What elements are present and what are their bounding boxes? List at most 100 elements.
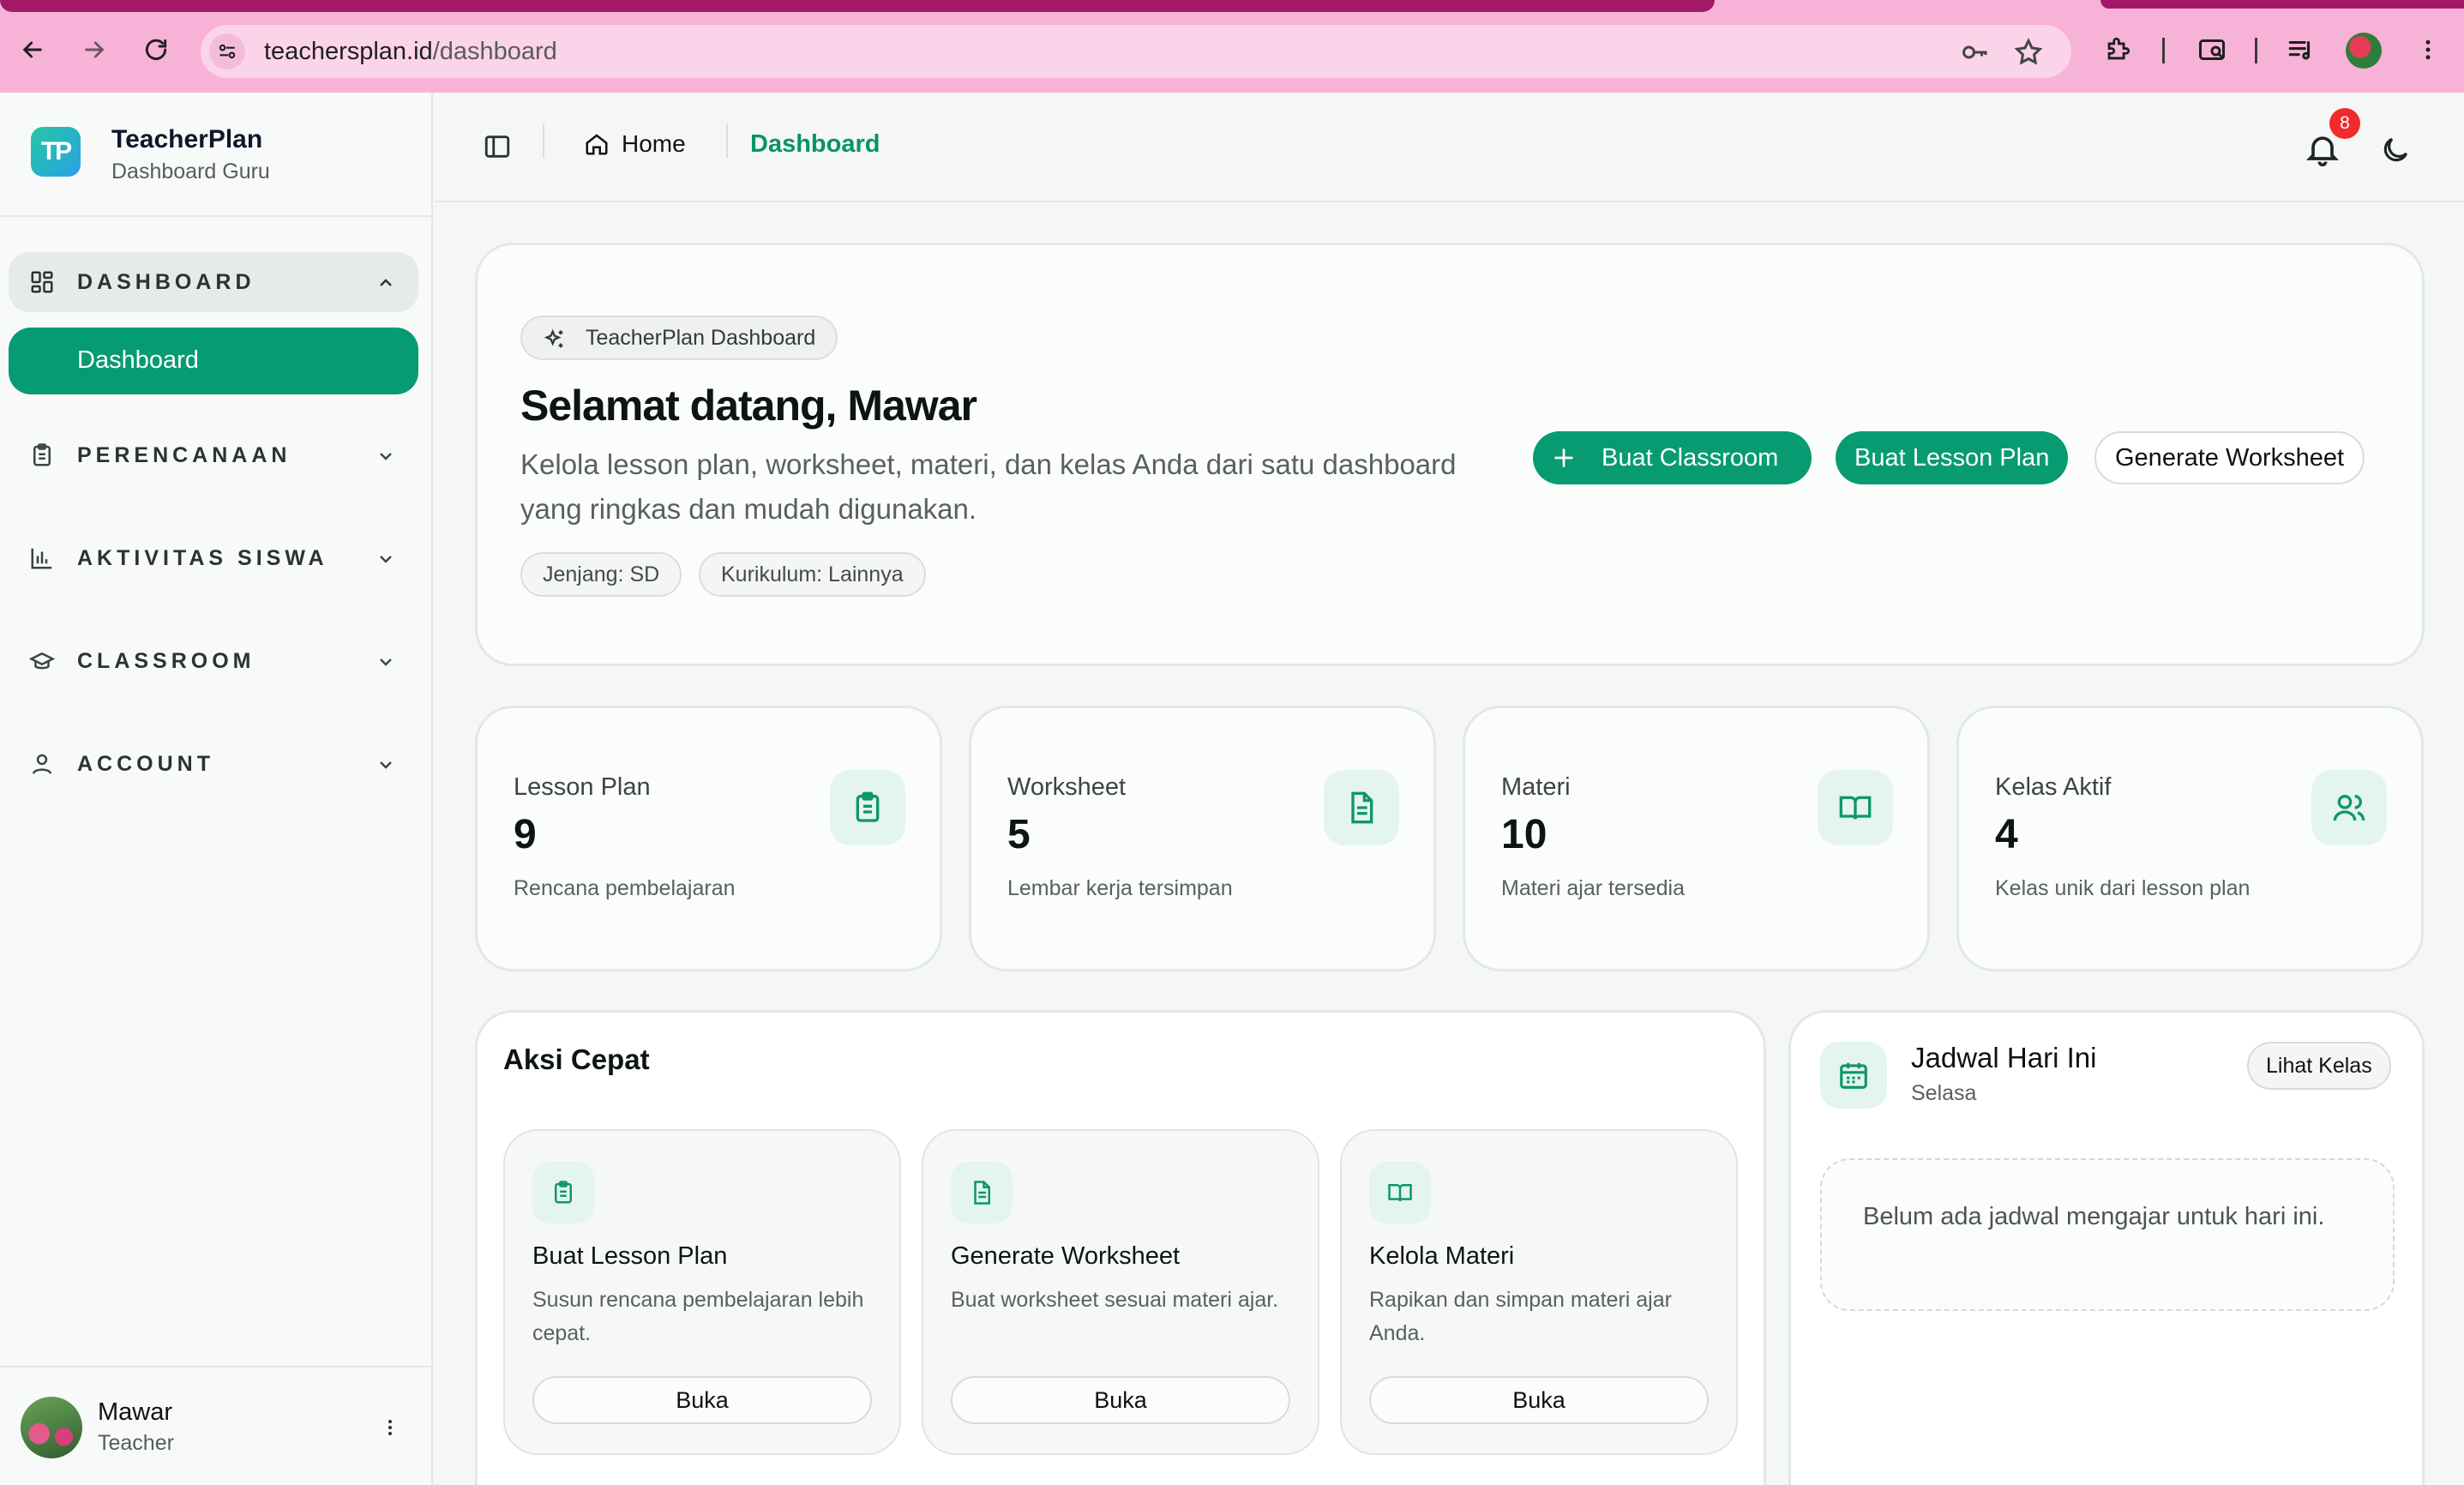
stat-value: 5 [1007, 812, 1031, 857]
sidebar-toggle-icon[interactable] [483, 132, 512, 161]
stat-label: Materi [1501, 773, 1571, 801]
browser-toolbar: teachersplan.id/dashboard [0, 0, 2464, 93]
address-bar[interactable]: teachersplan.id/dashboard [201, 25, 2071, 78]
quick-actions-title: Aksi Cepat [503, 1043, 650, 1075]
toolbar-divider [2255, 38, 2257, 63]
back-button[interactable] [14, 31, 51, 69]
chevron-down-icon [380, 761, 392, 769]
view-classes-button[interactable]: Lihat Kelas [2247, 1042, 2391, 1090]
users-icon [2311, 770, 2387, 845]
layout-grid-icon [31, 271, 53, 293]
stat-value: 10 [1501, 812, 1548, 857]
breadcrumb-divider [726, 123, 728, 158]
book-open-icon [1369, 1162, 1431, 1223]
user-name: Mawar [98, 1398, 173, 1426]
calendar-icon [1820, 1042, 1887, 1109]
quick-action-description: Susun rencana pembelajaran lebih cepat. [532, 1288, 864, 1345]
create-classroom-button[interactable]: Buat Classroom [1533, 431, 1812, 484]
stat-subtitle: Rencana pembelajaran [514, 876, 736, 900]
schedule-empty-text: Belum ada jadwal mengajar untuk hari ini… [1863, 1203, 2325, 1230]
welcome-description: Kelola lesson plan, worksheet, materi, d… [520, 448, 1457, 525]
quick-action-worksheet: Generate Worksheet Buat worksheet sesuai… [922, 1129, 1319, 1455]
profile-avatar-icon[interactable] [2346, 33, 2382, 69]
toolbar-divider [2162, 38, 2165, 63]
chevron-down-icon [380, 453, 392, 460]
chevron-down-icon [380, 658, 392, 666]
quick-action-materi: Kelola Materi Rapikan dan simpan materi … [1340, 1129, 1738, 1455]
brand-logo: TP [31, 127, 81, 177]
more-vertical-icon [388, 1420, 392, 1435]
avatar [21, 1397, 82, 1458]
quick-actions-card: Aksi Cepat Buat Lesson Plan Susun rencan… [475, 1010, 1766, 1485]
welcome-card: TeacherPlan Dashboard Selamat datang, Ma… [475, 243, 2425, 666]
stat-label: Kelas Aktif [1995, 773, 2112, 801]
moon-icon[interactable] [2379, 134, 2412, 166]
stat-subtitle: Materi ajar tersedia [1501, 876, 1685, 900]
sidebar-group-aktivitas-siswa[interactable]: AKTIVITAS SISWA [9, 528, 418, 588]
user-profile[interactable]: Mawar Teacher [0, 1366, 433, 1485]
tab-strip [0, 0, 2464, 12]
sidebar-group-label: CLASSROOM [77, 649, 255, 673]
user-role: Teacher [98, 1431, 174, 1455]
arrow-right-icon [85, 41, 105, 58]
arrow-left-icon [22, 41, 42, 58]
extensions-icon[interactable] [2100, 33, 2135, 67]
breadcrumb-current: Dashboard [750, 130, 880, 158]
brand[interactable]: TP TeacherPlan Dashboard Guru [0, 93, 433, 217]
sidebar-item-dashboard[interactable]: Dashboard [9, 328, 418, 394]
sidebar-group-label: DASHBOARD [77, 270, 255, 294]
forward-button[interactable] [75, 31, 113, 69]
create-lesson-plan-button[interactable]: Buat Lesson Plan [1836, 431, 2069, 484]
welcome-title: Selamat datang, Mawar [520, 382, 977, 430]
reload-icon [145, 39, 167, 60]
reload-button[interactable] [137, 31, 175, 69]
create-classroom-label: Buat Classroom [1602, 444, 1779, 472]
chevron-up-icon [380, 279, 392, 286]
breadcrumb-home[interactable]: Home [584, 130, 686, 158]
plus-icon [1554, 448, 1573, 467]
media-queue-icon[interactable] [2284, 33, 2318, 67]
open-button[interactable]: Buka [951, 1376, 1290, 1424]
stat-subtitle: Kelas unik dari lesson plan [1995, 876, 2251, 900]
file-text-icon [1324, 770, 1399, 845]
url-text: teachersplan.id/dashboard [264, 38, 557, 65]
stat-card-materi: Materi 10 Materi ajar tersedia [1463, 706, 1930, 971]
brand-name: TeacherPlan [111, 125, 263, 153]
stat-card-lesson-plan: Lesson Plan 9 Rencana pembelajaran [475, 706, 942, 971]
site-info-icon[interactable] [209, 33, 245, 69]
sidebar-group-perencanaan[interactable]: PERENCANAAN [9, 425, 418, 485]
chevron-down-icon [380, 556, 392, 563]
open-button[interactable]: Buka [1369, 1376, 1709, 1424]
open-button[interactable]: Buka [532, 1376, 872, 1424]
file-text-icon [951, 1162, 1013, 1223]
sidebar: TP TeacherPlan Dashboard Guru DASHBOARD … [0, 93, 433, 1485]
stat-value: 9 [514, 812, 537, 857]
brand-subtitle: Dashboard Guru [111, 159, 270, 183]
quick-action-title: Buat Lesson Plan [532, 1242, 728, 1270]
tag-jenjang: Jenjang: SD [520, 552, 682, 597]
sidebar-group-classroom[interactable]: CLASSROOM [9, 631, 418, 691]
user-menu-button[interactable] [377, 1410, 403, 1445]
quick-action-description: Rapikan dan simpan materi ajar Anda. [1369, 1288, 1672, 1345]
stat-subtitle: Lembar kerja tersimpan [1007, 876, 1233, 900]
key-icon[interactable] [1960, 37, 1991, 68]
clipboard-icon [532, 1162, 594, 1223]
home-icon [586, 134, 608, 155]
dashboard-chip-label: TeacherPlan Dashboard [586, 326, 816, 350]
user-icon [32, 754, 52, 774]
reading-mode-icon[interactable] [2195, 33, 2229, 67]
sidebar-group-account[interactable]: ACCOUNT [9, 734, 418, 794]
schedule-day: Selasa [1911, 1081, 1977, 1105]
graduation-cap-icon [29, 652, 55, 670]
sidebar-group-dashboard[interactable]: DASHBOARD [9, 252, 418, 312]
quick-action-title: Kelola Materi [1369, 1242, 1515, 1270]
stat-value: 4 [1995, 812, 2018, 857]
schedule-card: Jadwal Hari Ini Selasa Lihat Kelas Belum… [1788, 1010, 2425, 1485]
breadcrumb-home-label: Home [622, 130, 686, 157]
browser-menu-icon[interactable] [2411, 33, 2445, 67]
schedule-empty-state: Belum ada jadwal mengajar untuk hari ini… [1820, 1158, 2395, 1311]
clipboard-icon [33, 443, 51, 466]
quick-action-lesson-plan: Buat Lesson Plan Susun rencana pembelaja… [503, 1129, 901, 1455]
bookmark-star-icon[interactable] [2013, 37, 2044, 68]
generate-worksheet-button[interactable]: Generate Worksheet [2094, 431, 2365, 484]
